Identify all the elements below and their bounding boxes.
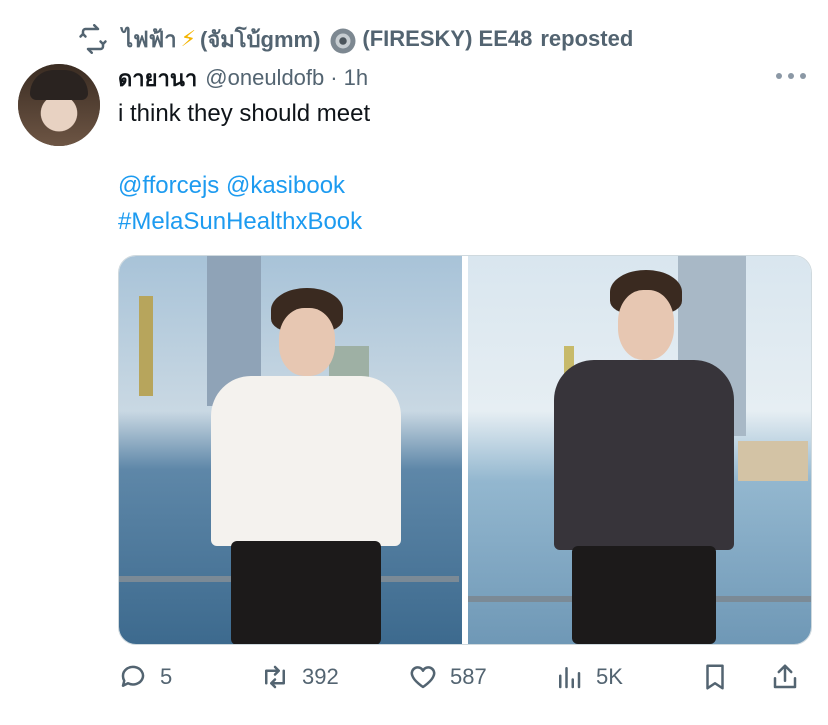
views-button[interactable]: 5K xyxy=(554,656,623,698)
views-icon xyxy=(559,667,581,689)
share-icon xyxy=(773,664,797,689)
tweet-time[interactable]: 1h xyxy=(344,65,368,91)
author-handle[interactable]: @oneuldofb xyxy=(205,65,324,91)
repost-banner[interactable]: ไฟฟ้า ⚡ (จัมโบ้gmm) (FIRESKY) EE48 repos… xyxy=(78,22,633,56)
reposter-name-part3: (FIRESKY) EE48 xyxy=(362,26,533,51)
reply-icon xyxy=(121,665,145,687)
tweet-text-body: i think they should meet xyxy=(118,100,371,127)
reposted-label: reposted xyxy=(540,26,634,51)
reposter-name-part2: (จัมโบ้gmm) xyxy=(200,26,321,52)
photo-left[interactable] xyxy=(119,256,462,644)
repost-icon xyxy=(79,24,107,54)
like-icon xyxy=(410,666,436,689)
retweet-icon xyxy=(265,665,285,689)
gear-badge-icon xyxy=(328,26,356,54)
author-name[interactable]: ดายานา xyxy=(118,61,197,96)
more-icon[interactable] xyxy=(776,66,806,86)
like-count: 587 xyxy=(450,664,487,689)
views-count: 5K xyxy=(596,664,623,689)
media-grid xyxy=(118,255,812,645)
tweet-mentions[interactable]: @fforcejs @kasibook xyxy=(118,168,370,204)
retweet-count: 392 xyxy=(302,664,339,689)
bookmark-icon xyxy=(706,664,724,690)
photo-right[interactable] xyxy=(468,256,811,644)
bolt-emoji: ⚡ xyxy=(180,26,197,51)
retweet-button[interactable]: 392 xyxy=(260,656,339,698)
reply-count: 5 xyxy=(160,664,173,689)
separator-dot: · xyxy=(330,65,338,90)
like-button[interactable]: 587 xyxy=(408,656,487,698)
reply-button[interactable]: 5 xyxy=(118,656,172,698)
share-button[interactable] xyxy=(770,656,812,698)
tweet-hashtag[interactable]: #MelaSunHealthxBook xyxy=(118,204,370,240)
bookmark-button[interactable] xyxy=(700,656,742,698)
tweet-text: i think they should meet @fforcejs @kasi… xyxy=(118,96,370,240)
avatar[interactable] xyxy=(18,64,100,146)
reposter-name-part1: ไฟฟ้า xyxy=(122,26,177,52)
tweet-header: ดายานา @oneuldofb · 1h xyxy=(118,62,368,94)
action-bar: 5 392 587 5K xyxy=(118,656,808,698)
